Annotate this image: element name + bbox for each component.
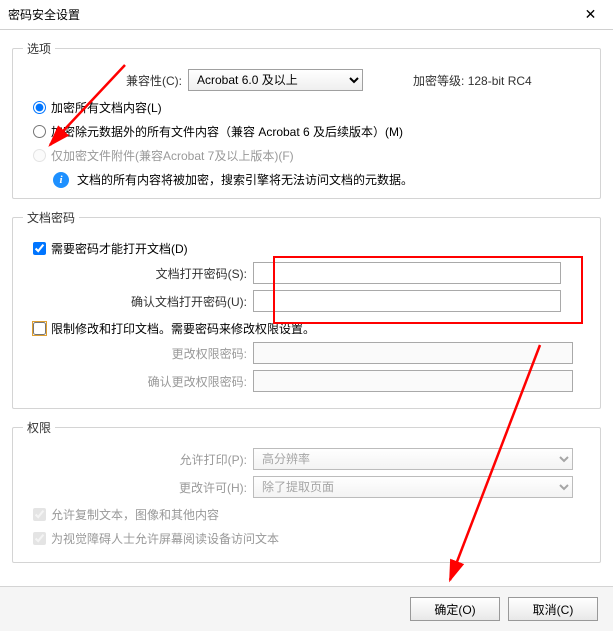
confirm-open-pwd-input[interactable] bbox=[253, 290, 561, 312]
ok-button[interactable]: 确定(O) bbox=[410, 597, 500, 621]
button-bar: 确定(O) 取消(C) bbox=[0, 586, 613, 631]
enc-level-text: 加密等级: 128-bit RC4 bbox=[413, 72, 532, 89]
compat-select[interactable]: Acrobat 6.0 及以上 bbox=[188, 69, 363, 91]
options-group: 选项 兼容性(C): Acrobat 6.0 及以上 加密等级: 128-bit… bbox=[12, 40, 601, 199]
info-icon: i bbox=[53, 172, 69, 188]
doc-password-group: 文档密码 需要密码才能打开文档(D) 文档打开密码(S): 确认文档打开密码(U… bbox=[12, 209, 601, 409]
allow-change-label: 更改许可(H): bbox=[23, 479, 253, 496]
info-text: 文档的所有内容将被加密，搜索引擎将无法访问文档的元数据。 bbox=[77, 171, 413, 188]
close-button[interactable]: ✕ bbox=[568, 0, 613, 30]
confirm-change-perm-pwd-input bbox=[253, 370, 573, 392]
permissions-group: 权限 允许打印(P): 高分辨率 更改许可(H): 除了提取页面 允许复制文本，… bbox=[12, 419, 601, 563]
open-pwd-label: 文档打开密码(S): bbox=[23, 265, 253, 282]
require-open-pwd-label: 需要密码才能打开文档(D) bbox=[51, 240, 188, 257]
encrypt-except-meta-label: 加密除元数据外的所有文件内容（兼容 Acrobat 6 及后续版本）(M) bbox=[51, 123, 403, 140]
allow-copy-label: 允许复制文本，图像和其他内容 bbox=[51, 506, 219, 523]
encrypt-except-meta-radio[interactable] bbox=[33, 125, 46, 138]
close-icon: ✕ bbox=[585, 6, 597, 23]
allow-screenreader-label: 为视觉障碍人士允许屏幕阅读设备访问文本 bbox=[51, 530, 279, 547]
change-perm-pwd-label: 更改权限密码: bbox=[23, 345, 253, 362]
open-pwd-input[interactable] bbox=[253, 262, 561, 284]
encrypt-attach-label: 仅加密文件附件(兼容Acrobat 7及以上版本)(F) bbox=[51, 147, 294, 164]
encrypt-all-label: 加密所有文档内容(L) bbox=[51, 99, 162, 116]
confirm-open-pwd-label: 确认文档打开密码(U): bbox=[23, 293, 253, 310]
allow-print-select: 高分辨率 bbox=[253, 448, 573, 470]
restrict-label: 限制修改和打印文档。需要密码来修改权限设置。 bbox=[51, 320, 315, 337]
doc-password-legend: 文档密码 bbox=[23, 209, 79, 226]
compat-label: 兼容性(C): bbox=[23, 72, 188, 89]
window-title: 密码安全设置 bbox=[8, 6, 568, 23]
encrypt-attach-radio bbox=[33, 149, 46, 162]
allow-screenreader-checkbox bbox=[33, 532, 46, 545]
encrypt-all-radio[interactable] bbox=[33, 101, 46, 114]
cancel-button[interactable]: 取消(C) bbox=[508, 597, 598, 621]
permissions-legend: 权限 bbox=[23, 419, 55, 436]
change-perm-pwd-input bbox=[253, 342, 573, 364]
restrict-checkbox[interactable] bbox=[33, 322, 46, 335]
allow-change-select: 除了提取页面 bbox=[253, 476, 573, 498]
require-open-pwd-checkbox[interactable] bbox=[33, 242, 46, 255]
allow-copy-checkbox bbox=[33, 508, 46, 521]
allow-print-label: 允许打印(P): bbox=[23, 451, 253, 468]
confirm-change-perm-pwd-label: 确认更改权限密码: bbox=[23, 373, 253, 390]
options-legend: 选项 bbox=[23, 40, 55, 57]
